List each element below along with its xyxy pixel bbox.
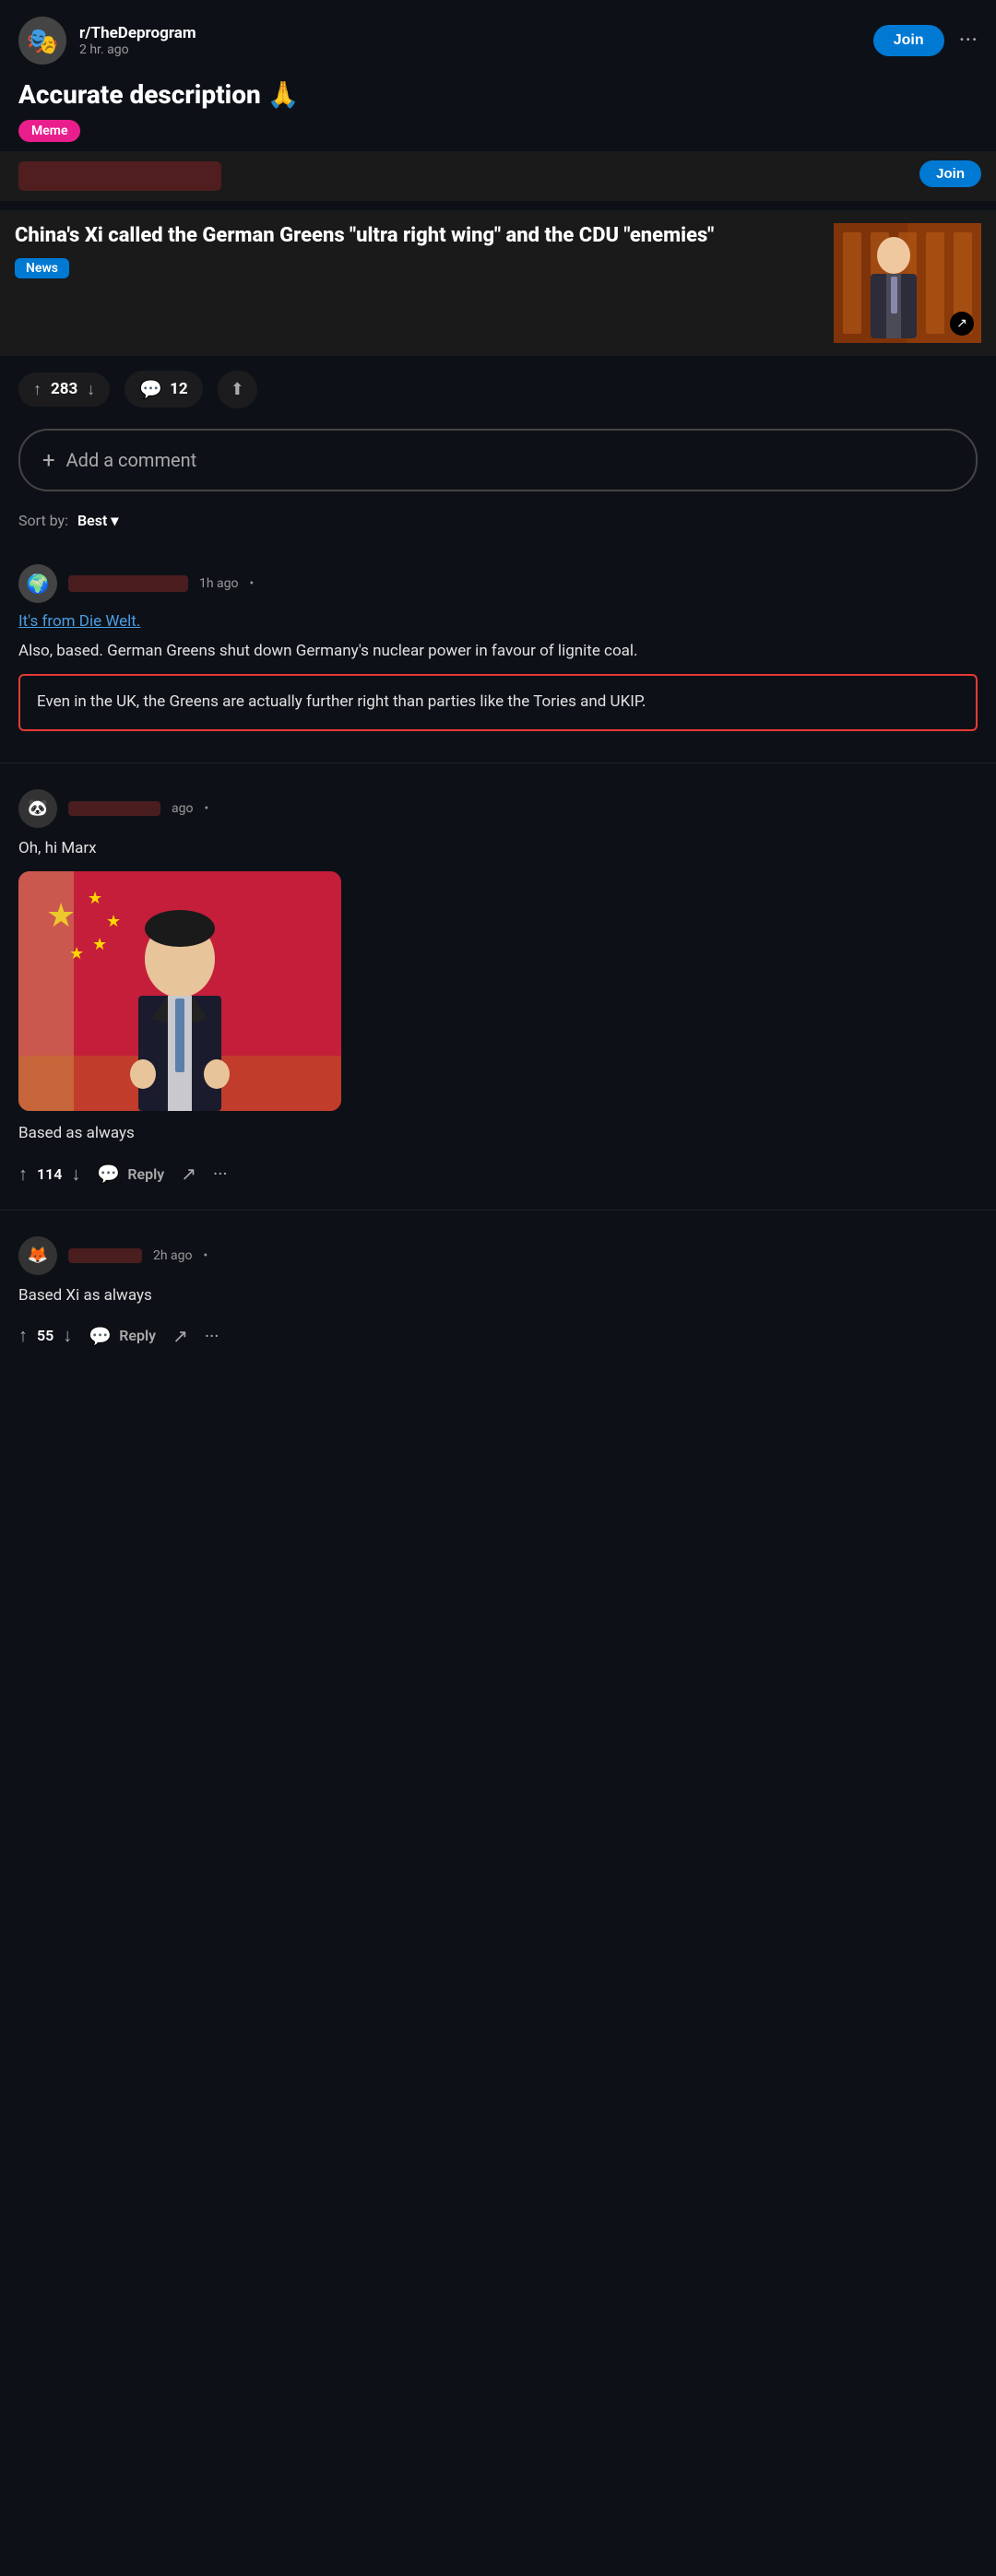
comment-2-more-icon[interactable]: ··· bbox=[213, 1163, 228, 1185]
share-icon: ⬆ bbox=[231, 380, 244, 399]
comment-3-reply-button[interactable]: 💬 Reply bbox=[89, 1325, 156, 1347]
comment-2-reply-button[interactable]: 💬 Reply bbox=[97, 1163, 164, 1185]
comment-bubble-icon: 💬 bbox=[139, 378, 162, 400]
comment-1-link[interactable]: It's from Die Welt. bbox=[18, 612, 978, 631]
news-card-text: China's Xi called the German Greens "ult… bbox=[15, 223, 834, 279]
svg-text:★: ★ bbox=[88, 889, 102, 908]
divider-2 bbox=[0, 1210, 996, 1211]
comment-2-dot: • bbox=[204, 801, 208, 816]
news-card-content: China's Xi called the German Greens "ult… bbox=[0, 210, 996, 356]
comment-3-body: Based Xi as always bbox=[18, 1284, 978, 1308]
add-comment-label: Add a comment bbox=[66, 449, 197, 471]
news-headline: China's Xi called the German Greens "ult… bbox=[15, 223, 824, 250]
post-title-area: Accurate description 🙏 Meme bbox=[0, 74, 996, 151]
svg-text:★: ★ bbox=[106, 912, 121, 931]
comment-3-reply-icon: 💬 bbox=[89, 1325, 112, 1347]
comment-3-vote[interactable]: ↑ 55 ↓ bbox=[18, 1324, 72, 1347]
comment-2-time: ago bbox=[172, 801, 193, 816]
comment-group[interactable]: 💬 12 bbox=[125, 371, 202, 408]
vote-group[interactable]: ↑ 283 ↓ bbox=[18, 372, 110, 407]
comment-2-avatar: 🐼 bbox=[18, 789, 57, 828]
comment-2-upvote-icon[interactable]: ↑ bbox=[18, 1163, 28, 1186]
comment-3-header: 🦊 2h ago • bbox=[18, 1236, 978, 1275]
news-flair-badge[interactable]: News bbox=[15, 258, 69, 278]
comment-1: 🌍 1h ago • It's from Die Welt. Also, bas… bbox=[0, 548, 996, 753]
comment-2-reply-icon: 💬 bbox=[97, 1163, 120, 1185]
comment-1-avatar: 🌍 bbox=[18, 564, 57, 603]
comment-1-time: 1h ago bbox=[199, 576, 239, 591]
comment-count: 12 bbox=[170, 380, 188, 398]
subreddit-avatar: 🎭 bbox=[18, 17, 66, 65]
comment-2-body: Oh, hi Marx bbox=[18, 837, 978, 861]
subreddit-name[interactable]: r/TheDeprogram bbox=[79, 24, 860, 42]
comment-3-username bbox=[68, 1248, 142, 1263]
dark-banner: Join bbox=[0, 151, 996, 201]
sort-value[interactable]: Best ▾ bbox=[77, 512, 118, 529]
divider-1 bbox=[0, 762, 996, 763]
post-time: 2 hr. ago bbox=[79, 42, 860, 57]
comment-3-dot: • bbox=[204, 1248, 208, 1263]
comment-3-more-icon[interactable]: ··· bbox=[205, 1325, 219, 1347]
comment-2-header: 🐼 ago • bbox=[18, 789, 978, 828]
comment-1-header: 🌍 1h ago • bbox=[18, 564, 978, 603]
flair-meme[interactable]: Meme bbox=[18, 120, 80, 142]
vote-count: 283 bbox=[51, 380, 77, 398]
comment-1-body: Also, based. German Greens shut down Ger… bbox=[18, 640, 978, 664]
share-button[interactable]: ⬆ bbox=[218, 371, 257, 408]
post-title: Accurate description 🙏 bbox=[18, 79, 978, 111]
comment-2-downvote-icon[interactable]: ↓ bbox=[71, 1163, 80, 1186]
comment-3-vote-count: 55 bbox=[37, 1327, 53, 1344]
comment-2-caption: Based as always bbox=[18, 1122, 978, 1146]
comment-2-username bbox=[68, 801, 160, 816]
news-join-button[interactable]: Join bbox=[919, 160, 981, 187]
comment-3-share-icon[interactable]: ↗ bbox=[172, 1325, 188, 1347]
comment-2-vote-count: 114 bbox=[37, 1165, 62, 1183]
comment-2-actions: ↑ 114 ↓ 💬 Reply ↗ ··· bbox=[18, 1157, 978, 1191]
comment-3-time: 2h ago bbox=[153, 1248, 193, 1263]
post-header: 🎭 r/TheDeprogram 2 hr. ago Join ··· bbox=[0, 0, 996, 74]
comment-1-dot: • bbox=[250, 576, 255, 591]
downvote-icon[interactable]: ↓ bbox=[87, 380, 95, 399]
action-bar: ↑ 283 ↓ 💬 12 ⬆ bbox=[0, 356, 996, 423]
add-comment-bar[interactable]: + Add a comment bbox=[18, 429, 978, 491]
plus-icon: + bbox=[42, 447, 55, 473]
sort-chevron-icon: ▾ bbox=[111, 512, 118, 529]
comment-2-image: ★ ★ ★ ★ ★ bbox=[18, 871, 341, 1111]
comment-1-username bbox=[68, 575, 188, 592]
comment-3-actions: ↑ 55 ↓ 💬 Reply ↗ ··· bbox=[18, 1318, 978, 1353]
comment-1-highlighted: Even in the UK, the Greens are actually … bbox=[18, 674, 978, 731]
comment-3: 🦊 2h ago • Based Xi as always ↑ 55 ↓ 💬 R… bbox=[0, 1220, 996, 1363]
upvote-icon[interactable]: ↑ bbox=[33, 380, 42, 399]
comment-2-share-icon[interactable]: ↗ bbox=[181, 1163, 196, 1185]
svg-text:★: ★ bbox=[92, 935, 107, 954]
sort-label: Sort by: bbox=[18, 512, 68, 529]
join-button[interactable]: Join bbox=[873, 25, 944, 56]
news-image: ↗ bbox=[834, 223, 981, 343]
comment-2: 🐼 ago • Oh, hi Marx ★ ★ ★ ★ ★ bbox=[0, 773, 996, 1200]
more-options-icon[interactable]: ··· bbox=[959, 27, 978, 54]
comment-3-upvote-icon[interactable]: ↑ bbox=[18, 1324, 28, 1347]
comment-3-downvote-icon[interactable]: ↓ bbox=[63, 1324, 72, 1347]
comment-3-avatar: 🦊 bbox=[18, 1236, 57, 1275]
comment-section: 🌍 1h ago • It's from Die Welt. Also, bas… bbox=[0, 548, 996, 1390]
news-card: China's Xi called the German Greens "ult… bbox=[0, 210, 996, 356]
sort-bar: Sort by: Best ▾ bbox=[0, 506, 996, 548]
header-actions: Join ··· bbox=[873, 25, 978, 56]
post-meta: r/TheDeprogram 2 hr. ago bbox=[79, 24, 860, 57]
comment-2-vote[interactable]: ↑ 114 ↓ bbox=[18, 1163, 80, 1186]
external-link-icon[interactable]: ↗ bbox=[950, 312, 974, 336]
